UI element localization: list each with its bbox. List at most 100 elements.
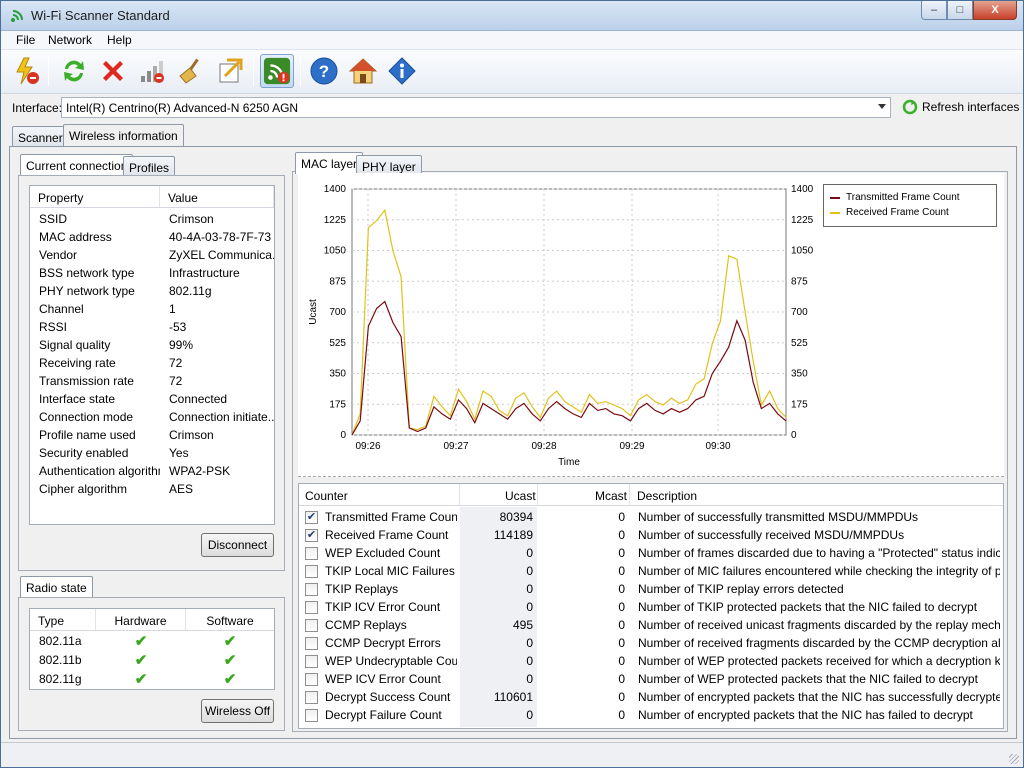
- clear-button[interactable]: [174, 54, 208, 88]
- minimize-button[interactable]: –: [921, 1, 947, 20]
- column-software[interactable]: Software: [186, 609, 274, 630]
- export-button[interactable]: [213, 54, 247, 88]
- y-axis-label: Ucast: [308, 299, 319, 325]
- wireless-info-button[interactable]: [260, 54, 294, 88]
- info-button[interactable]: [385, 54, 419, 88]
- property-row[interactable]: Connection mode Connection initiate...: [30, 408, 274, 426]
- counter-row[interactable]: TKIP ICV Error Count 0 0 Number of TKIP pro…: [299, 598, 1003, 616]
- property-row[interactable]: Profile name used Crimson: [30, 426, 274, 444]
- column-hardware[interactable]: Hardware: [96, 609, 186, 630]
- y-tick-label-left: 525: [329, 338, 346, 349]
- counter-description: Number of successfully received MSDU/MMP…: [638, 528, 905, 542]
- property-row[interactable]: Cipher algorithm AES: [30, 480, 274, 498]
- counter-checkbox[interactable]: [305, 547, 318, 560]
- counter-checkbox[interactable]: [305, 673, 318, 686]
- help-button[interactable]: ?: [307, 54, 341, 88]
- counters-table[interactable]: Counter Ucast Mcast Description ✔ Transmi…: [298, 483, 1004, 729]
- resize-grip[interactable]: [1009, 754, 1019, 764]
- counter-ucast: 110601: [493, 690, 533, 704]
- property-row[interactable]: Channel 1: [30, 300, 274, 318]
- counter-checkbox[interactable]: [305, 637, 318, 650]
- disconnect-button[interactable]: Disconnect: [201, 533, 274, 557]
- counter-row[interactable]: TKIP Local MIC Failures 0 0 Number of MIC f…: [299, 562, 1003, 580]
- interface-select[interactable]: Intel(R) Centrino(R) Advanced-N 6250 AGN: [61, 97, 891, 118]
- stop-scan-button[interactable]: [10, 54, 44, 88]
- refresh-button[interactable]: [57, 54, 91, 88]
- counter-checkbox[interactable]: [305, 691, 318, 704]
- properties-list[interactable]: Property Value SSID Crimson MAC address 40-…: [29, 185, 275, 525]
- clear-broom-icon: [179, 58, 199, 84]
- tab-mac-layer[interactable]: MAC layer: [295, 152, 364, 174]
- hardware-check-icon: ✔: [134, 632, 148, 650]
- property-name: RSSI: [39, 320, 68, 334]
- property-row[interactable]: PHY network type 802.11g: [30, 282, 274, 300]
- counter-name: Received Frame Count: [325, 528, 449, 542]
- column-description[interactable]: Description: [637, 489, 697, 503]
- property-row[interactable]: Interface state Connected: [30, 390, 274, 408]
- property-row[interactable]: RSSI -53: [30, 318, 274, 336]
- counter-row[interactable]: WEP Undecryptable Count 0 0 Number of WEP p…: [299, 652, 1003, 670]
- counter-ucast: 80394: [499, 510, 533, 524]
- property-row[interactable]: BSS network type Infrastructure: [30, 264, 274, 282]
- tab-profiles[interactable]: Profiles: [123, 156, 176, 177]
- counter-row[interactable]: CCMP Replays 495 0 Number of received unica…: [299, 616, 1003, 634]
- property-row[interactable]: Security enabled Yes: [30, 444, 274, 462]
- column-ucast[interactable]: Ucast: [505, 489, 536, 503]
- tab-current-connection[interactable]: Current connection: [20, 154, 134, 176]
- column-property[interactable]: Property: [30, 186, 160, 207]
- software-check-icon: ✔: [223, 651, 237, 669]
- property-row[interactable]: Signal quality 99%: [30, 336, 274, 354]
- counter-checkbox[interactable]: ✔: [305, 511, 318, 524]
- counter-checkbox[interactable]: [305, 709, 318, 722]
- counter-mcast: 0: [618, 528, 625, 542]
- property-row[interactable]: SSID Crimson: [30, 210, 274, 228]
- radio-row: 802.11a ✔ ✔: [30, 631, 274, 650]
- signal-button[interactable]: [135, 54, 169, 88]
- column-mcast[interactable]: Mcast: [595, 489, 627, 503]
- property-row[interactable]: Vendor ZyXEL Communica...: [30, 246, 274, 264]
- wireless-off-button[interactable]: Wireless Off: [201, 699, 274, 723]
- counter-checkbox[interactable]: [305, 583, 318, 596]
- property-value: ZyXEL Communica...: [169, 248, 274, 262]
- counter-row[interactable]: CCMP Decrypt Errors 0 0 Number of received …: [299, 634, 1003, 652]
- counter-row[interactable]: Decrypt Success Count 110601 0 Number of en…: [299, 688, 1003, 706]
- tab-radio-state[interactable]: Radio state: [20, 576, 93, 598]
- counter-checkbox[interactable]: [305, 619, 318, 632]
- counter-description: Number of WEP protected packets that the…: [638, 672, 978, 686]
- counter-checkbox[interactable]: [305, 565, 318, 578]
- property-row[interactable]: Authentication algorithm WPA2-PSK: [30, 462, 274, 480]
- home-button[interactable]: [346, 54, 380, 88]
- property-row[interactable]: Receiving rate 72: [30, 354, 274, 372]
- menu-file[interactable]: File: [16, 33, 35, 47]
- property-row[interactable]: MAC address 40-4A-03-78-7F-73: [30, 228, 274, 246]
- counter-checkbox[interactable]: [305, 601, 318, 614]
- counter-checkbox[interactable]: [305, 655, 318, 668]
- property-name: Receiving rate: [39, 356, 116, 370]
- delete-button[interactable]: [96, 54, 130, 88]
- counter-row[interactable]: WEP Excluded Count 0 0 Number of frames dis…: [299, 544, 1003, 562]
- column-type[interactable]: Type: [30, 609, 96, 630]
- column-value[interactable]: Value: [160, 186, 274, 207]
- counter-row[interactable]: WEP ICV Error Count 0 0 Number of WEP prote…: [299, 670, 1003, 688]
- counter-row[interactable]: TKIP Replays 0 0 Number of TKIP replay erro…: [299, 580, 1003, 598]
- y-tick-label-right: 1050: [791, 246, 814, 257]
- property-name: Profile name used: [39, 428, 136, 442]
- column-counter[interactable]: Counter: [305, 489, 348, 503]
- title-bar[interactable]: Wi-Fi Scanner Standard – □ X: [1, 1, 1023, 31]
- property-row[interactable]: Transmission rate 72: [30, 372, 274, 390]
- counter-row[interactable]: Decrypt Failure Count 0 0 Number of encrypt…: [299, 706, 1003, 724]
- counters-header: Counter Ucast Mcast Description: [299, 484, 1003, 506]
- close-button[interactable]: X: [973, 1, 1017, 20]
- property-value: 99%: [169, 338, 194, 352]
- counter-mcast: 0: [618, 708, 625, 722]
- menu-network[interactable]: Network: [48, 33, 92, 47]
- counter-row[interactable]: ✔ Transmitted Frame Count 80394 0 Number of …: [299, 508, 1003, 526]
- menu-help[interactable]: Help: [107, 33, 132, 47]
- counter-checkbox[interactable]: ✔: [305, 529, 318, 542]
- status-bar: [1, 742, 1023, 767]
- refresh-interfaces-link[interactable]: Refresh interfaces: [902, 99, 1019, 115]
- tab-wireless-information[interactable]: Wireless information: [63, 124, 184, 147]
- maximize-button[interactable]: □: [947, 1, 973, 20]
- tab-scanner[interactable]: Scanner: [12, 126, 69, 147]
- counter-row[interactable]: ✔ Received Frame Count 114189 0 Number of su…: [299, 526, 1003, 544]
